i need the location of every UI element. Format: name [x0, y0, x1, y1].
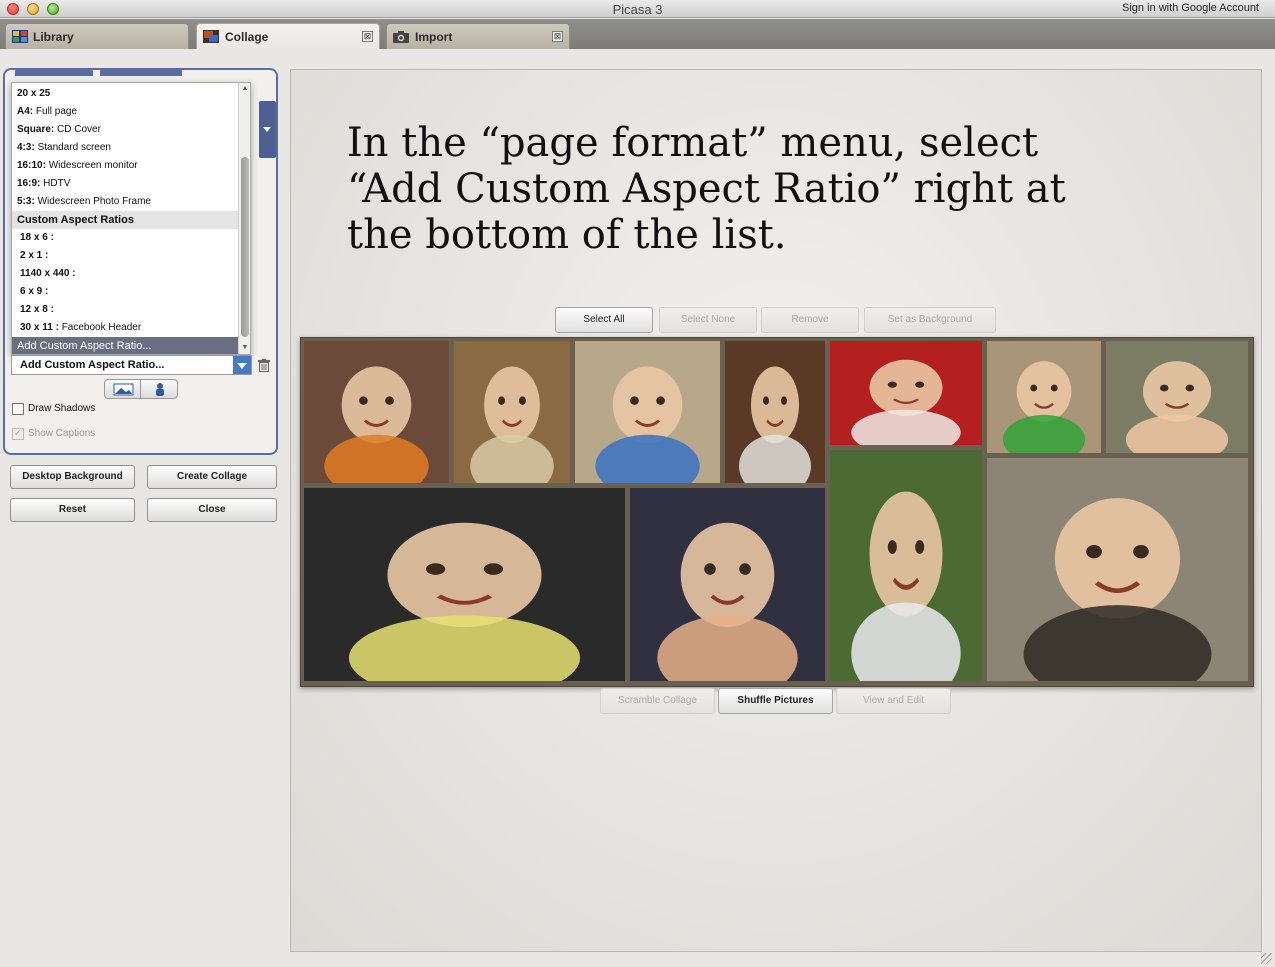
show-captions-label: Show Captions [28, 428, 96, 439]
shuffle-pictures-button[interactable]: Shuffle Pictures [718, 688, 833, 714]
tab-library-label: Library [33, 30, 74, 44]
photo-doll-and-baby[interactable] [304, 488, 625, 681]
photo-smiling-boy[interactable] [1106, 341, 1248, 453]
draw-shadows-label: Draw Shadows [28, 403, 96, 414]
select-none-button[interactable]: Select None [659, 307, 757, 333]
collage-icon [203, 30, 219, 43]
custom-option[interactable]: 6 x 9 : [12, 283, 240, 301]
photo-boy-portrait-sepia[interactable] [987, 458, 1248, 681]
photo-newborn-red[interactable] [830, 341, 982, 445]
format-option[interactable]: 16:10: Widescreen monitor [12, 157, 240, 175]
photo-baby-with-green-toy[interactable] [987, 341, 1101, 453]
create-collage-button[interactable]: Create Collage [147, 465, 277, 489]
window-title: Picasa 3 [612, 2, 663, 17]
portrait-button[interactable] [142, 380, 178, 398]
tab-library[interactable]: Library [5, 23, 189, 49]
add-custom-ratio-option[interactable]: Add Custom Aspect Ratio... [12, 337, 240, 354]
custom-ratios-header: Custom Aspect Ratios [12, 211, 240, 229]
format-option[interactable]: A4: Full page [12, 103, 240, 121]
instruction-text: In the “page format” menu, select “Add C… [347, 120, 1066, 258]
format-option[interactable]: 4:3: Standard screen [12, 139, 240, 157]
select-all-button[interactable]: Select All [555, 307, 653, 333]
view-and-edit-button[interactable]: View and Edit [836, 688, 951, 714]
format-option[interactable]: 20 x 25 [12, 85, 240, 103]
photo-toddler-eating[interactable] [725, 341, 825, 483]
tab-collage-close-icon[interactable]: ⊠ [362, 31, 373, 42]
panel-tab-stub [100, 68, 182, 76]
format-option[interactable]: 16:9: HDTV [12, 175, 240, 193]
page-format-value: Add Custom Aspect Ratio... [20, 359, 165, 371]
photo-baby-with-balls[interactable] [575, 341, 720, 483]
signin-link[interactable]: Sign in with Google Account [1122, 2, 1259, 14]
custom-option[interactable]: 12 x 8 : [12, 301, 240, 319]
photo-boy-with-dog[interactable] [830, 450, 982, 681]
page-format-dropdown-list[interactable]: 20 x 25 A4: Full page Square: CD Cover 4… [11, 82, 251, 355]
portrait-icon [156, 383, 164, 396]
photo-tiger-face-child[interactable] [304, 341, 449, 483]
custom-option[interactable]: 2 x 1 : [12, 247, 240, 265]
dropdown-scrollbar[interactable]: ▲ ▼ [238, 83, 250, 354]
tab-collage[interactable]: Collage ⊠ [196, 23, 380, 49]
format-option[interactable]: Square: CD Cover [12, 121, 240, 139]
chevron-down-icon[interactable] [233, 356, 251, 374]
scramble-collage-button[interactable]: Scramble Collage [600, 688, 715, 714]
landscape-button[interactable] [105, 380, 141, 398]
tab-import-close-icon[interactable]: ⊠ [552, 31, 563, 42]
tab-bar: Library Collage ⊠ Import ⊠ [0, 19, 1275, 49]
custom-option[interactable]: 1140 x 440 : [12, 265, 240, 283]
show-captions-checkbox: ✓ [12, 428, 24, 440]
reset-button[interactable]: Reset [10, 498, 135, 522]
page-format-select[interactable]: Add Custom Aspect Ratio... [11, 355, 252, 375]
scroll-up-icon[interactable]: ▲ [240, 84, 250, 94]
trash-icon[interactable] [258, 359, 270, 372]
photo-bath-toddler[interactable] [630, 488, 825, 681]
window-resize-grip[interactable] [1261, 953, 1272, 964]
tab-import-label: Import [415, 30, 453, 44]
set-as-background-button[interactable]: Set as Background [864, 307, 996, 333]
photo-baby-on-wood[interactable] [454, 341, 570, 483]
panel-expand-button[interactable] [259, 101, 276, 158]
draw-shadows-checkbox[interactable] [12, 403, 24, 415]
close-button[interactable]: Close [147, 498, 277, 522]
format-option[interactable]: 5:3: Widescreen Photo Frame [12, 193, 240, 211]
custom-option[interactable]: 18 x 6 : [12, 229, 240, 247]
collage-canvas[interactable] [300, 337, 1254, 687]
scroll-down-icon[interactable]: ▼ [240, 343, 250, 353]
collage-settings-panel: 20 x 25 A4: Full page Square: CD Cover 4… [3, 68, 278, 455]
tab-import[interactable]: Import ⊠ [386, 23, 570, 49]
remove-button[interactable]: Remove [761, 307, 859, 333]
panel-tab-stub [15, 68, 93, 76]
orientation-toggle [104, 379, 178, 399]
camera-icon [393, 31, 409, 43]
landscape-icon [113, 383, 134, 396]
custom-option[interactable]: 30 x 11 : Facebook Header [12, 319, 240, 337]
scroll-thumb[interactable] [241, 157, 249, 337]
desktop-background-button[interactable]: Desktop Background [10, 465, 135, 489]
tab-collage-label: Collage [225, 30, 269, 44]
library-icon [12, 30, 28, 43]
title-bar: Picasa 3 Sign in with Google Account [0, 0, 1275, 18]
collage-preview-area: In the “page format” menu, select “Add C… [290, 69, 1262, 952]
